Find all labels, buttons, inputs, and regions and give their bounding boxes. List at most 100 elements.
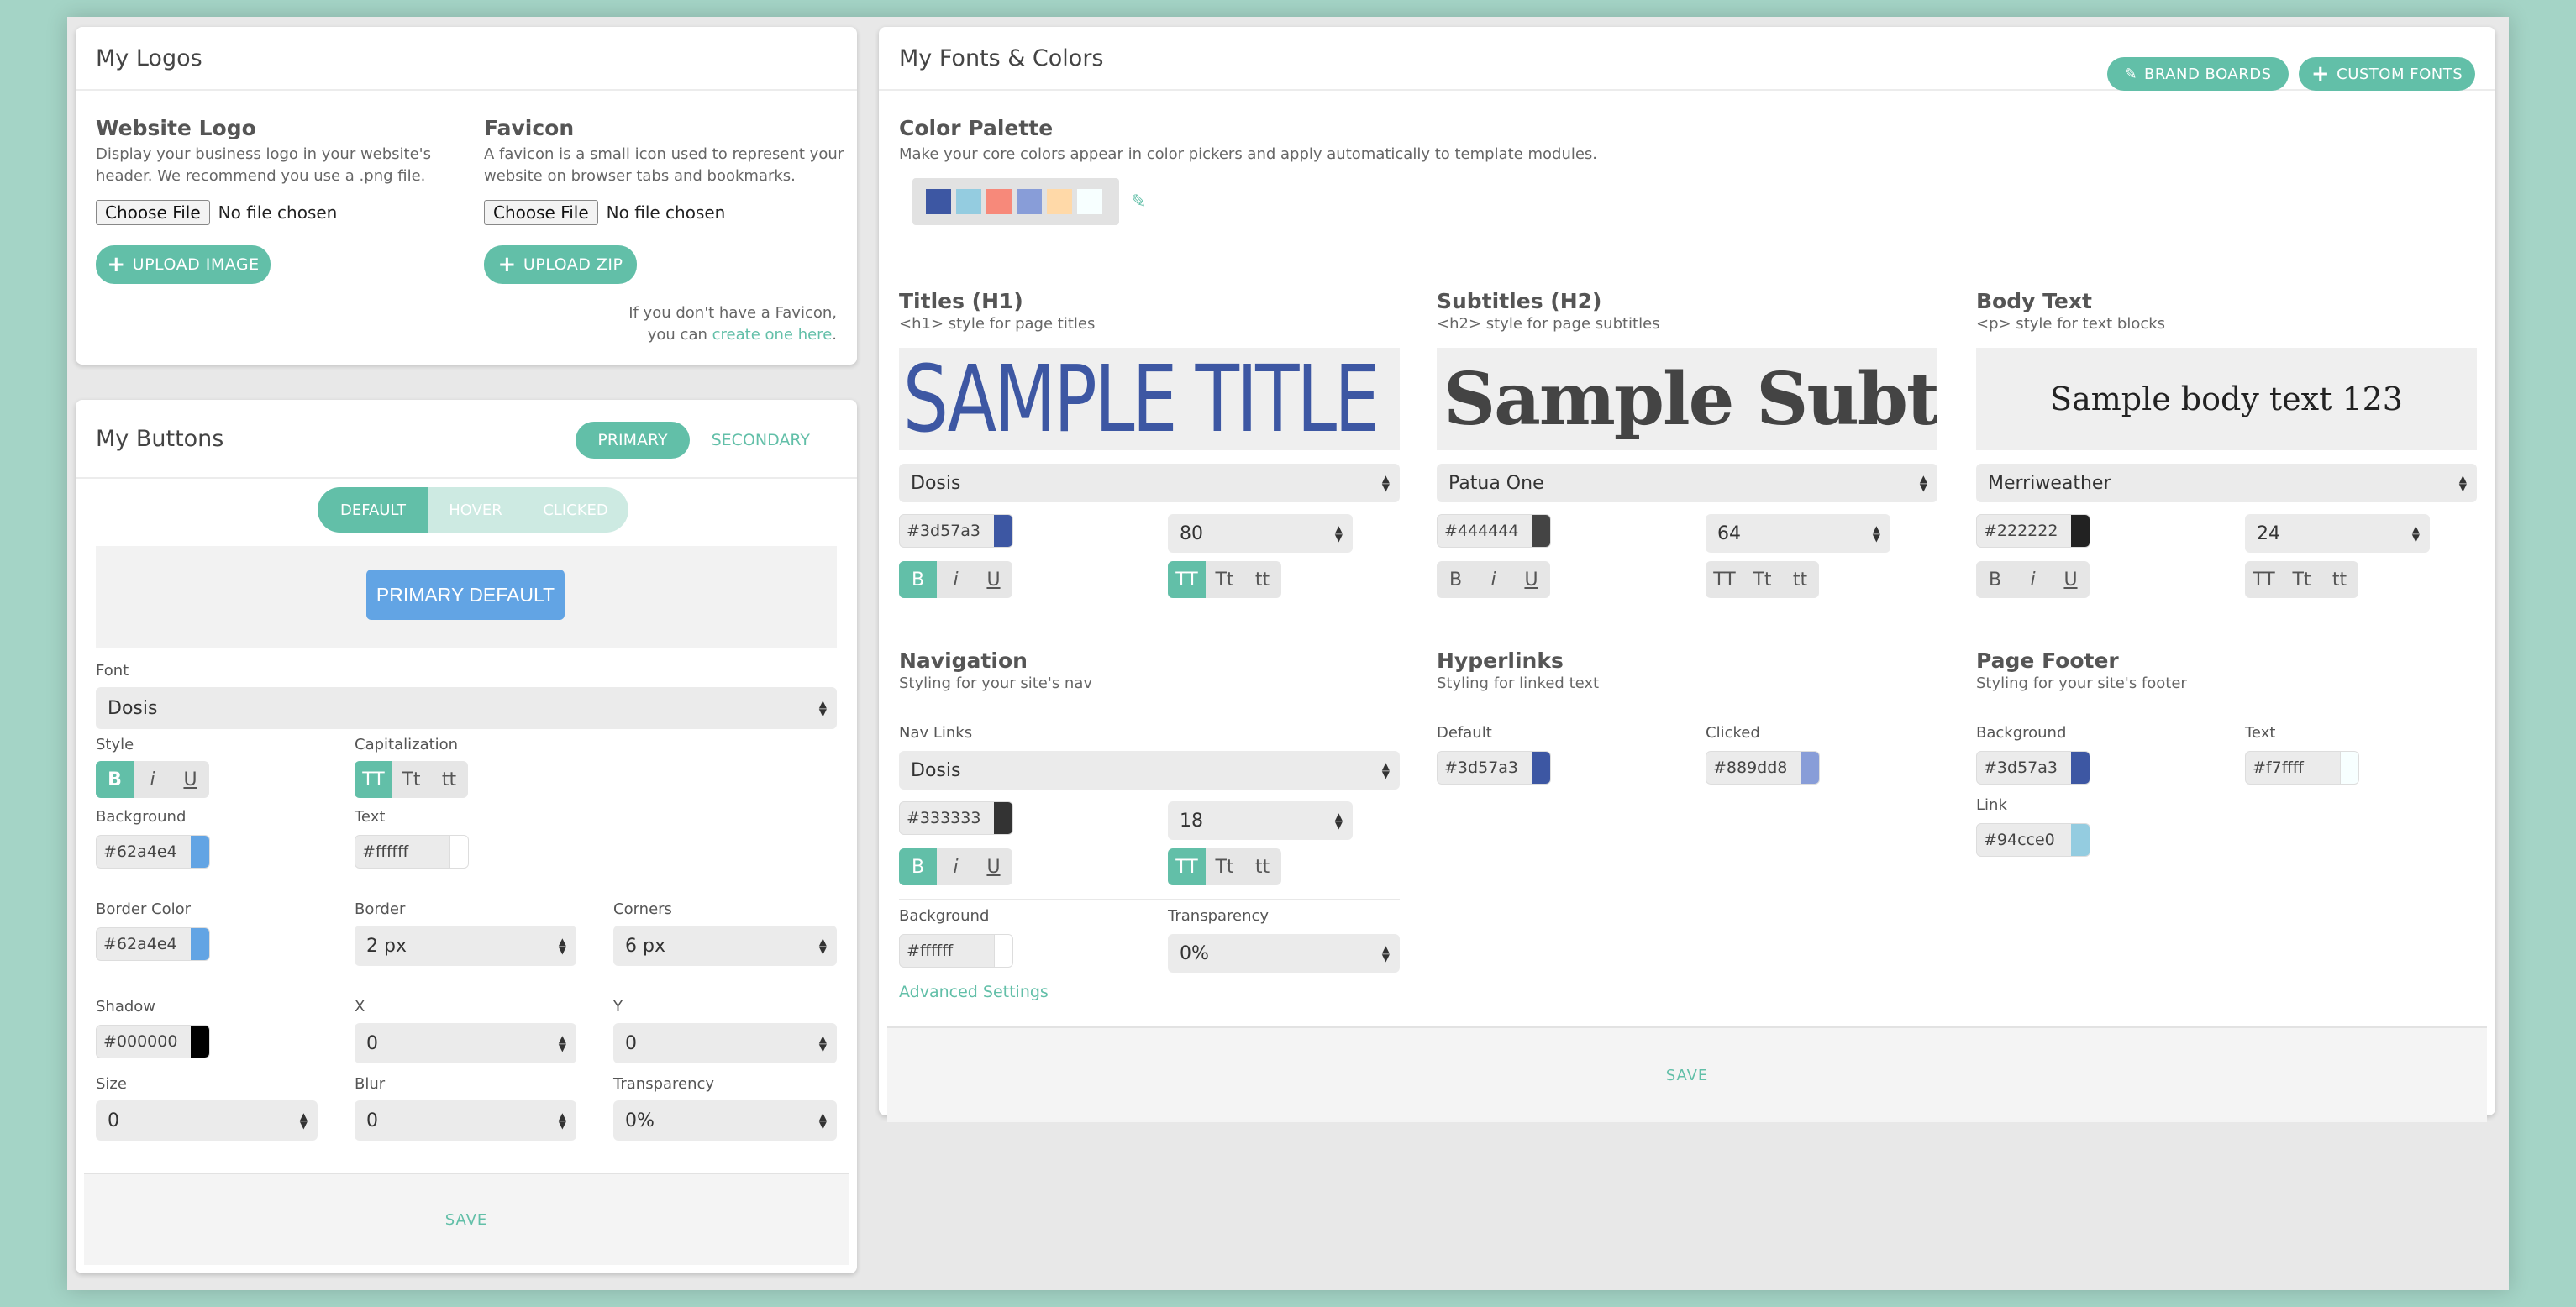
shadow-x-select[interactable]: 0 ▲ ▼ (355, 1023, 576, 1063)
footer-link-input[interactable]: #94cce0 (1976, 823, 2090, 857)
transparency-select[interactable]: 0% ▲ ▼ (613, 1100, 837, 1141)
underline-button[interactable]: U (975, 848, 1012, 885)
shadow-blur-select[interactable]: 0 ▲ ▼ (355, 1100, 576, 1141)
color-swatch[interactable] (994, 935, 1012, 967)
bold-button[interactable]: B (899, 848, 937, 885)
subtitles-size-select[interactable]: 64 ▲ ▼ (1706, 514, 1890, 553)
button-preview[interactable]: PRIMARY DEFAULT (366, 570, 565, 620)
italic-button[interactable]: i (1475, 561, 1512, 598)
buttons-save-button[interactable]: SAVE (445, 1211, 488, 1229)
titles-color-input[interactable]: #3d57a3 (899, 514, 1013, 548)
bold-button[interactable]: B (1976, 561, 2014, 598)
tab-secondary[interactable]: SECONDARY (698, 422, 823, 459)
uppercase-button[interactable]: TT (1168, 848, 1206, 885)
nav-background-input[interactable]: #ffffff (899, 934, 1013, 968)
lowercase-button[interactable]: tt (1243, 561, 1281, 598)
nav-font-select[interactable]: Dosis ▲ ▼ (899, 751, 1400, 790)
titlecase-button[interactable]: Tt (1206, 561, 1243, 598)
italic-button[interactable]: i (134, 761, 171, 798)
shadow-y-select[interactable]: 0 ▲ ▼ (613, 1023, 837, 1063)
italic-button[interactable]: i (937, 561, 975, 598)
body-font-select[interactable]: Merriweather ▲ ▼ (1976, 464, 2477, 502)
color-swatch[interactable] (191, 1026, 209, 1058)
titlecase-button[interactable]: Tt (2283, 561, 2321, 598)
uppercase-button[interactable]: TT (2245, 561, 2283, 598)
subtitles-font-select[interactable]: Patua One ▲ ▼ (1437, 464, 1937, 502)
background-color-input[interactable]: #62a4e4 (96, 835, 210, 869)
body-color-input[interactable]: #222222 (1976, 514, 2090, 548)
uppercase-button[interactable]: TT (355, 761, 392, 798)
bold-button[interactable]: B (1437, 561, 1475, 598)
nav-background-label: Background (899, 907, 990, 925)
fonts-save-button[interactable]: SAVE (1666, 1067, 1709, 1084)
underline-button[interactable]: U (2052, 561, 2090, 598)
choose-file-button[interactable]: Choose File (96, 200, 210, 225)
color-swatch[interactable] (1532, 752, 1550, 784)
color-swatch[interactable] (2071, 752, 2090, 784)
text-color-input[interactable]: #ffffff (355, 835, 469, 869)
color-swatch[interactable] (2071, 824, 2090, 856)
create-favicon-link[interactable]: create one here (712, 326, 833, 344)
color-swatch[interactable] (2340, 752, 2358, 784)
state-clicked[interactable]: CLICKED (523, 487, 628, 533)
shadow-x-value: 0 (366, 1032, 378, 1054)
shadow-size-select[interactable]: 0 ▲ ▼ (96, 1100, 318, 1141)
tab-primary[interactable]: PRIMARY (576, 422, 690, 459)
nav-transparency-select[interactable]: 0% ▲ ▼ (1168, 934, 1400, 973)
italic-button[interactable]: i (937, 848, 975, 885)
footer-text-input[interactable]: #f7ffff (2245, 751, 2359, 785)
border-color-input[interactable]: #62a4e4 (96, 927, 210, 961)
palette-swatches[interactable] (912, 178, 1119, 225)
state-hover[interactable]: HOVER (428, 487, 523, 533)
titlecase-button[interactable]: Tt (1206, 848, 1243, 885)
titles-size-select[interactable]: 80 ▲ ▼ (1168, 514, 1353, 553)
uppercase-button[interactable]: TT (1168, 561, 1206, 598)
uppercase-button[interactable]: TT (1706, 561, 1743, 598)
color-swatch[interactable] (1532, 515, 1550, 547)
subtitles-color-input[interactable]: #444444 (1437, 514, 1551, 548)
state-default[interactable]: DEFAULT (318, 487, 428, 533)
italic-button[interactable]: i (2014, 561, 2052, 598)
plus-icon: + (107, 252, 126, 277)
website-logo-file-input[interactable]: Choose File No file chosen (96, 200, 337, 225)
upload-zip-button[interactable]: + UPLOAD ZIP (484, 245, 637, 284)
color-swatch[interactable] (1801, 752, 1819, 784)
button-font-select[interactable]: Dosis ▲ ▼ (96, 687, 837, 729)
shadow-label: Shadow (96, 998, 156, 1016)
link-clicked-input[interactable]: #889dd8 (1706, 751, 1820, 785)
titlecase-button[interactable]: Tt (392, 761, 430, 798)
titlecase-button[interactable]: Tt (1743, 561, 1781, 598)
color-swatch[interactable] (449, 836, 468, 868)
color-swatch[interactable] (994, 802, 1012, 834)
border-select[interactable]: 2 px ▲ ▼ (355, 926, 576, 966)
lowercase-button[interactable]: tt (430, 761, 468, 798)
shadow-color-input[interactable]: #000000 (96, 1025, 210, 1058)
corners-select[interactable]: 6 px ▲ ▼ (613, 926, 837, 966)
titles-font-select[interactable]: Dosis ▲ ▼ (899, 464, 1400, 502)
link-default-input[interactable]: #3d57a3 (1437, 751, 1551, 785)
palette-swatch (986, 189, 1012, 214)
nav-size-select[interactable]: 18 ▲ ▼ (1168, 801, 1353, 840)
body-size-select[interactable]: 24 ▲ ▼ (2245, 514, 2430, 553)
upload-image-button[interactable]: + UPLOAD IMAGE (96, 245, 271, 284)
color-swatch[interactable] (191, 836, 209, 868)
lowercase-button[interactable]: tt (1781, 561, 1819, 598)
color-swatch[interactable] (191, 928, 209, 960)
brand-boards-button[interactable]: ✎ BRAND BOARDS (2107, 57, 2289, 91)
bold-button[interactable]: B (96, 761, 134, 798)
choose-file-button[interactable]: Choose File (484, 200, 598, 225)
underline-button[interactable]: U (171, 761, 209, 798)
underline-button[interactable]: U (1512, 561, 1550, 598)
color-swatch[interactable] (994, 515, 1012, 547)
footer-background-input[interactable]: #3d57a3 (1976, 751, 2090, 785)
advanced-settings-link[interactable]: Advanced Settings (899, 983, 1049, 1001)
lowercase-button[interactable]: tt (2321, 561, 2358, 598)
color-swatch[interactable] (2071, 515, 2090, 547)
bold-button[interactable]: B (899, 561, 937, 598)
custom-fonts-button[interactable]: + CUSTOM FONTS (2299, 57, 2475, 91)
underline-button[interactable]: U (975, 561, 1012, 598)
pencil-icon[interactable]: ✎ (1131, 192, 1146, 213)
nav-color-input[interactable]: #333333 (899, 801, 1013, 835)
lowercase-button[interactable]: tt (1243, 848, 1281, 885)
favicon-file-input[interactable]: Choose File No file chosen (484, 200, 725, 225)
